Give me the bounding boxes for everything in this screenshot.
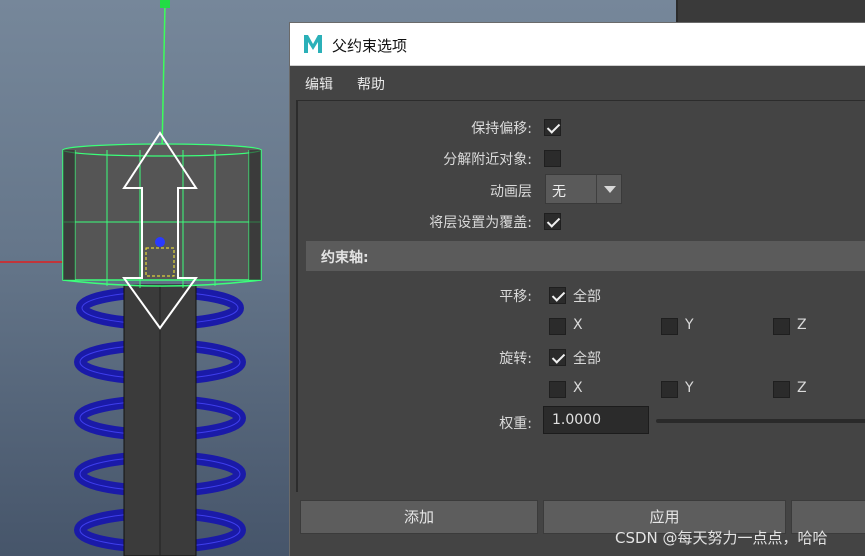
menu-edit[interactable]: 编辑 <box>305 74 333 94</box>
maintain-offset-label: 保持偏移: <box>471 121 532 137</box>
menu-bar: 编辑 帮助 <box>290 66 865 100</box>
title-bar[interactable]: 父约束选项 <box>290 23 865 66</box>
dialog-title: 父约束选项 <box>332 37 408 55</box>
menu-help[interactable]: 帮助 <box>357 74 385 94</box>
anim-layer-value: 无 <box>552 184 566 200</box>
rotate-z-label: Z <box>797 380 807 396</box>
watermark: CSDN @每天努力一点点，哈哈 <box>615 529 828 547</box>
rotate-x-label: X <box>573 380 583 396</box>
cap-cylinder <box>62 149 262 281</box>
rotate-all-label: 全部 <box>573 351 601 367</box>
constraint-axes-header[interactable]: 约束轴: <box>306 241 865 271</box>
decompose-target-checkbox[interactable] <box>544 150 561 167</box>
options-panel: 保持偏移: 分解附近对象: 动画层 无 将层设置为覆盖: 约束轴: 平移: 全部… <box>296 100 865 492</box>
anim-layer-label: 动画层 <box>490 184 532 200</box>
add-button[interactable]: 添加 <box>300 500 538 534</box>
rotate-label: 旋转: <box>499 351 532 367</box>
weight-slider[interactable] <box>656 419 865 423</box>
rotate-x-checkbox[interactable] <box>549 381 566 398</box>
translate-x-label: X <box>573 317 583 333</box>
pivot-point <box>155 237 165 247</box>
translate-all-checkbox[interactable] <box>549 287 566 304</box>
parent-constraint-dialog: 父约束选项 编辑 帮助 保持偏移: 分解附近对象: 动画层 无 将层设置为覆盖:… <box>289 22 865 556</box>
maya-logo-icon <box>302 32 324 56</box>
maintain-offset-checkbox[interactable] <box>544 119 561 136</box>
translate-all-label: 全部 <box>573 289 601 305</box>
translate-x-checkbox[interactable] <box>549 318 566 335</box>
constraint-axes-title: 约束轴: <box>321 250 369 266</box>
chevron-down-icon[interactable] <box>596 175 622 203</box>
translate-label: 平移: <box>499 289 532 305</box>
decompose-target-label: 分解附近对象: <box>443 152 532 168</box>
translate-y-checkbox[interactable] <box>661 318 678 335</box>
rotate-all-checkbox[interactable] <box>549 349 566 366</box>
rotate-y-label: Y <box>685 380 694 396</box>
translate-y-label: Y <box>685 317 694 333</box>
rotate-z-checkbox[interactable] <box>773 381 790 398</box>
layer-override-checkbox[interactable] <box>544 213 561 230</box>
weight-label: 权重: <box>499 416 532 432</box>
y-axis-handle <box>160 0 170 8</box>
translate-z-label: Z <box>797 317 807 333</box>
translate-z-checkbox[interactable] <box>773 318 790 335</box>
weight-value: 1.0000 <box>552 412 601 428</box>
rotate-y-checkbox[interactable] <box>661 381 678 398</box>
anim-layer-dropdown[interactable]: 无 <box>545 174 622 204</box>
weight-input[interactable]: 1.0000 <box>543 406 649 434</box>
layer-override-label: 将层设置为覆盖: <box>429 215 532 231</box>
